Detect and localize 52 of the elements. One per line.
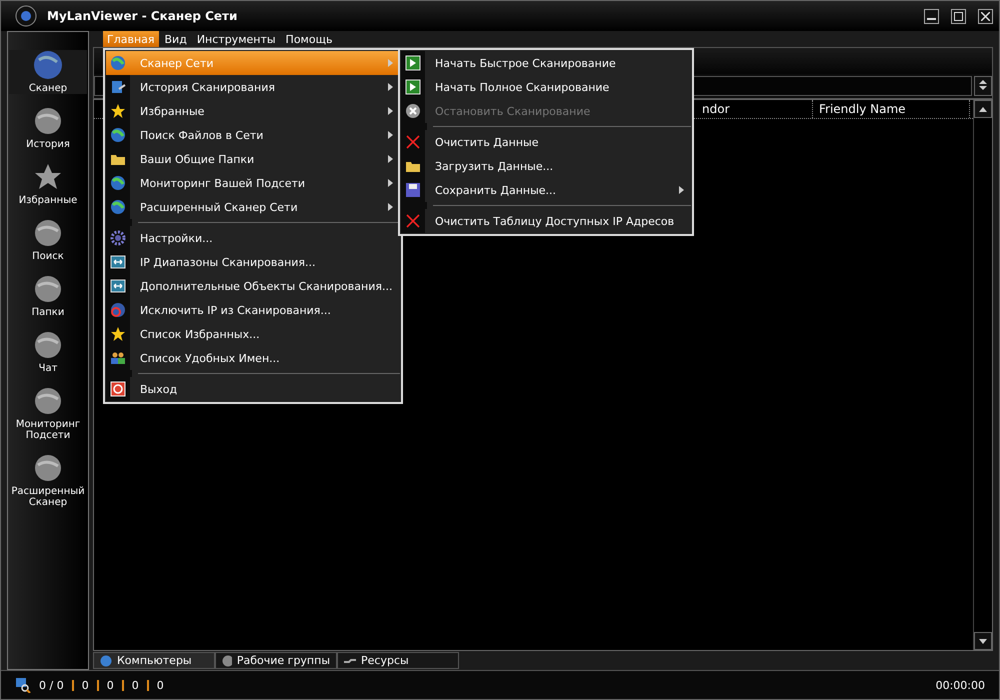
star-icon: [110, 326, 126, 342]
play-icon: [405, 79, 421, 95]
bottom-tab[interactable]: Компьютеры: [93, 652, 215, 669]
delete-icon: [405, 134, 421, 150]
scroll-down-button[interactable]: [974, 632, 992, 650]
maximize-button[interactable]: [951, 8, 966, 24]
cable-icon: [344, 658, 356, 664]
scroll-up-button[interactable]: [974, 100, 992, 118]
sidebar-item[interactable]: Избранные: [9, 162, 87, 206]
menu-bar-item[interactable]: Вид: [160, 31, 191, 47]
sidebar-item[interactable]: Папки: [9, 274, 87, 318]
window-title: MyLanViewer - Сканер Сети: [47, 9, 238, 23]
save-icon: [405, 182, 421, 198]
minimize-icon: [927, 18, 936, 20]
bottom-tab[interactable]: Ресурсы: [337, 652, 459, 669]
menu-bar-item[interactable]: Инструменты: [192, 31, 280, 47]
status-count: 0: [156, 678, 164, 692]
status-count: 0 / 0: [39, 678, 64, 692]
bottom-tab[interactable]: Рабочие группы: [215, 652, 337, 669]
power-icon: [110, 381, 126, 397]
sidebar-item[interactable]: Сканер: [9, 50, 87, 94]
stop-icon: [405, 103, 421, 119]
status-time: 00:00:00: [936, 678, 985, 692]
sidebar-item[interactable]: Расширенный Сканер: [9, 453, 87, 508]
app-logo-icon: [15, 5, 37, 27]
document-icon: [110, 79, 126, 95]
spin-button[interactable]: [974, 76, 992, 96]
sidebar-item[interactable]: Чат: [9, 330, 87, 374]
blocked-globe-icon: [110, 302, 126, 318]
minimize-button[interactable]: [924, 8, 939, 24]
status-count: 0: [82, 678, 89, 692]
status-count: 0: [106, 678, 114, 692]
column-header[interactable]: ndor: [696, 100, 813, 118]
close-icon: [981, 12, 990, 20]
star-icon: [110, 103, 126, 119]
maximize-icon: [954, 12, 963, 20]
delete-icon: [405, 213, 421, 229]
menu-bar-item[interactable]: Помощь: [282, 31, 336, 47]
play-icon: [405, 55, 421, 71]
up-down-arrows-icon: [979, 78, 987, 90]
computer-search-icon: [15, 677, 31, 693]
column-header[interactable]: Friendly Name: [813, 100, 970, 118]
gear-icon: [110, 230, 126, 246]
sidebar-item[interactable]: История: [9, 106, 87, 150]
sidebar-item[interactable]: Мониторинг Подсети: [9, 386, 87, 441]
star-icon: [33, 162, 63, 192]
close-button[interactable]: [978, 8, 993, 24]
down-arrow-icon: [979, 638, 987, 644]
up-arrow-icon: [979, 106, 987, 112]
status-count: 0: [132, 678, 139, 692]
sidebar-item[interactable]: Поиск: [9, 218, 87, 262]
people-icon: [110, 350, 126, 366]
